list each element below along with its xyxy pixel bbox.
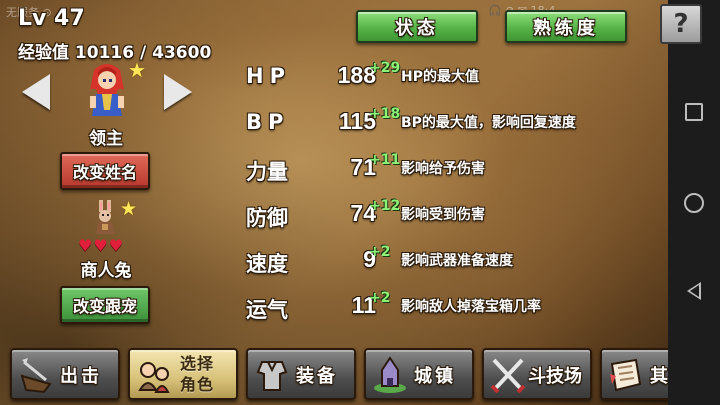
- menu-label-line2: 角色: [180, 375, 215, 394]
- stat-description: 影响给予伤害: [401, 161, 485, 177]
- castle-icon: [374, 356, 406, 393]
- menu-label: 斗技场: [528, 366, 582, 387]
- stat-label: BP: [246, 110, 290, 134]
- stat-description: 影响敌人掉落宝箱几率: [401, 299, 541, 315]
- menu-arena-button[interactable]: 斗技场: [482, 348, 592, 400]
- stat-description: 影响受到伤害: [401, 207, 485, 223]
- menu-label: 其他: [650, 366, 668, 387]
- rename-button[interactable]: 改变姓名: [60, 152, 150, 190]
- recent-apps-icon[interactable]: [685, 103, 703, 121]
- previous-character-arrow-icon[interactable]: [22, 74, 50, 110]
- stat-label: 运气: [246, 298, 288, 322]
- player-level: Lv 47: [18, 6, 85, 31]
- character-name: 领主: [89, 129, 123, 149]
- stat-bonus: +2: [369, 290, 391, 306]
- scroll-icon: [610, 358, 642, 392]
- change-pet-button[interactable]: 改变跟宠: [60, 286, 150, 324]
- crossed-swords-icon: [490, 358, 526, 394]
- back-icon[interactable]: [687, 282, 701, 300]
- menu-label: 城镇: [414, 366, 456, 387]
- character-icon: [138, 362, 170, 393]
- android-navigation-bar: [668, 0, 720, 405]
- tab-status[interactable]: 状态: [356, 10, 478, 43]
- stat-row-bp: BP 115 +18 BP的最大值，影响回复速度: [246, 106, 666, 142]
- exp-max: 43600: [152, 43, 212, 63]
- game-screen: 无服务 ⊙ 🎧 ⊘ ✉ 18:4 Lv 47 经验值 10116 / 43600…: [0, 0, 668, 405]
- stat-row-speed: 速度 9 +2 影响武器准备速度: [246, 244, 666, 280]
- tab-proficiency[interactable]: 熟练度: [505, 10, 627, 43]
- menu-label: 出击: [60, 366, 102, 387]
- stat-label: HP: [246, 64, 291, 88]
- menu-other-button[interactable]: 其他: [600, 348, 668, 400]
- stat-label: 防御: [246, 206, 288, 230]
- stat-bonus: +11: [369, 152, 401, 168]
- stat-bonus: +2: [369, 244, 391, 260]
- character-star-icon: ★: [128, 58, 146, 82]
- pet-hearts-icon: ♥♥♥: [78, 236, 125, 255]
- stat-description: 影响武器准备速度: [401, 253, 513, 269]
- menu-town-button[interactable]: 城镇: [364, 348, 474, 400]
- stat-bonus: +12: [369, 198, 401, 214]
- exp-label: 经验值: [18, 43, 69, 63]
- pet-name: 商人兔: [80, 261, 132, 281]
- stat-description: BP的最大值，影响回复速度: [401, 115, 576, 131]
- boat-icon: [20, 358, 52, 394]
- menu-label-line1: 选择: [180, 354, 215, 373]
- character-sprite: [82, 60, 132, 120]
- stat-description: HP的最大值: [401, 69, 479, 85]
- menu-equipment-button[interactable]: 装备: [246, 348, 356, 400]
- stat-label: 力量: [246, 160, 288, 184]
- stat-label: 速度: [246, 252, 288, 276]
- help-button[interactable]: ?: [660, 4, 702, 44]
- armor-icon: [256, 361, 288, 391]
- stat-row-defense: 防御 74 +12 影响受到伤害: [246, 198, 666, 234]
- menu-select-character-button[interactable]: 选择 角色: [128, 348, 238, 400]
- stat-bonus: +29: [369, 60, 401, 76]
- stat-row-luck: 运气 11 +2 影响敌人掉落宝箱几率: [246, 290, 666, 326]
- menu-label: 装备: [296, 366, 338, 387]
- stat-bonus: +18: [369, 106, 401, 122]
- home-icon[interactable]: [684, 193, 704, 213]
- stat-row-hp: HP 188 +29 HP的最大值: [246, 60, 666, 96]
- pet-sprite: [92, 200, 118, 236]
- menu-label: 选择 角色: [180, 353, 214, 395]
- pet-star-icon: ★: [120, 198, 138, 220]
- next-character-arrow-icon[interactable]: [164, 74, 192, 110]
- menu-sortie-button[interactable]: 出击: [10, 348, 120, 400]
- stat-row-strength: 力量 71 +11 影响给予伤害: [246, 152, 666, 188]
